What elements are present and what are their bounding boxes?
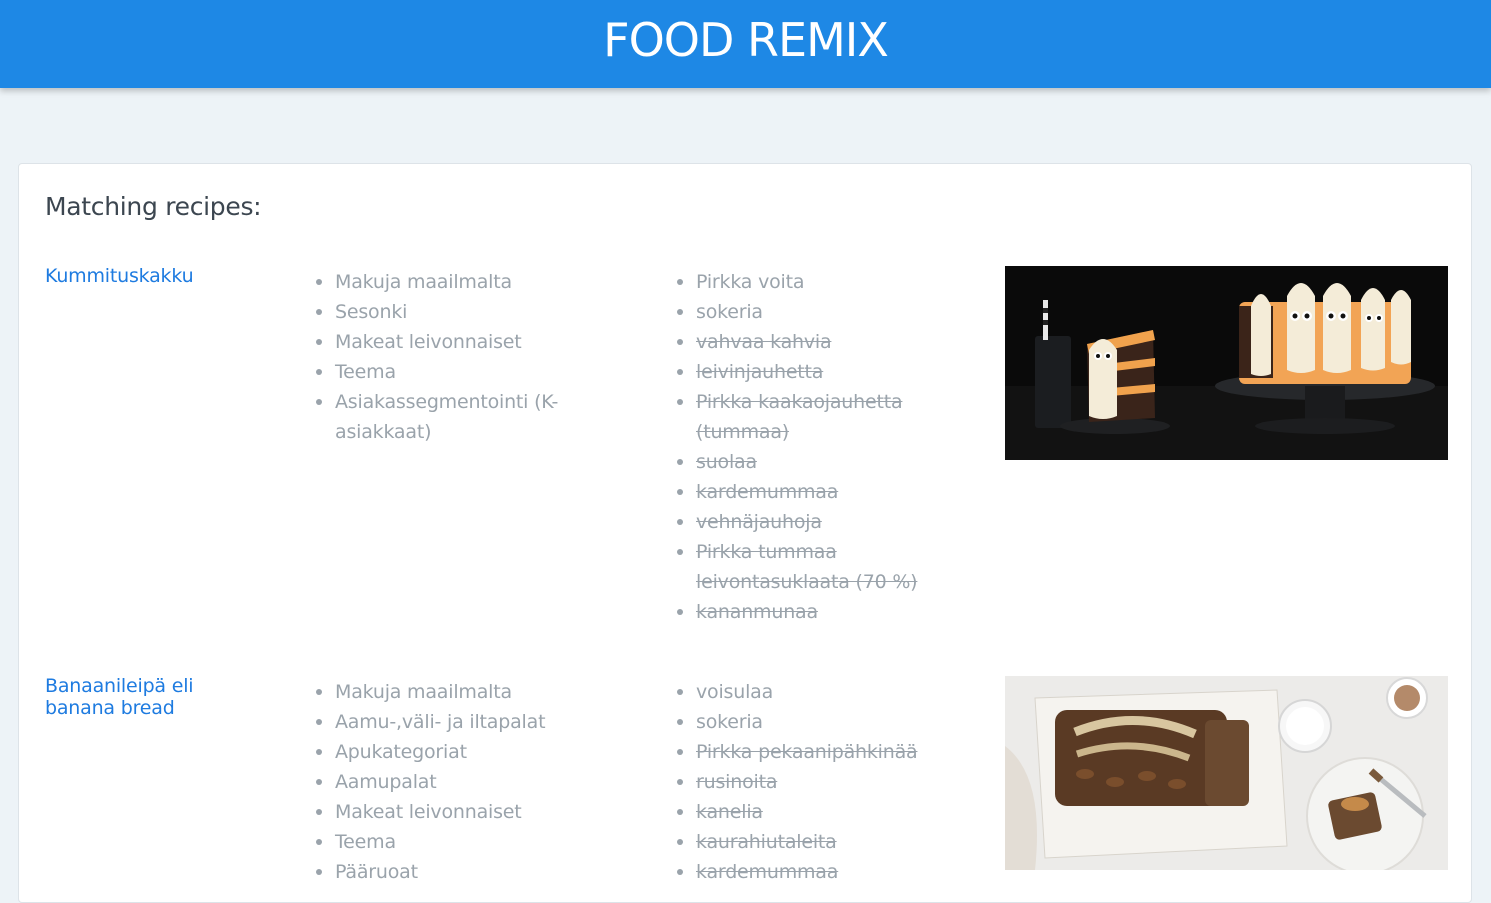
ingredient-item-missing: kaurahiutaleita [674,827,944,857]
recipe-link[interactable]: Kummituskakku [45,265,245,287]
ingredient-list: voisulaa sokeria Pirkka pekaanipähkinää … [674,677,944,887]
category-item: Makuja maailmalta [313,267,583,297]
ingredient-label: vehnäjauhoja [696,511,822,533]
category-item: Makuja maailmalta [313,677,583,707]
results-heading: Matching recipes: [45,192,262,221]
ingredient-label: voisulaa [696,681,774,703]
category-item: Teema [313,357,583,387]
ingredient-item-missing: kanelia [674,797,944,827]
ingredient-label: kanelia [696,801,763,823]
ingredient-label: Pirkka tummaa leivontasuklaata (70 %) [696,541,918,593]
ingredient-label: vahvaa kahvia [696,331,832,353]
ingredient-item: sokeria [674,297,944,327]
category-list: Makuja maailmalta Sesonki Makeat leivonn… [313,267,583,447]
ingredient-label: rusinoita [696,771,778,793]
results-card: Matching recipes: Kummituskakku Makuja m… [18,163,1472,903]
ingredient-item-missing: vahvaa kahvia [674,327,944,357]
ingredient-item-missing: kananmunaa [674,597,944,627]
ingredient-item: Pirkka voita [674,267,944,297]
category-item: Aamupalat [313,767,583,797]
ingredient-item-missing: Pirkka pekaanipähkinää [674,737,944,767]
ingredient-item: voisulaa [674,677,944,707]
category-item: Pääruoat [313,857,583,887]
ingredient-label: kardemummaa [696,861,839,883]
category-item: Makeat leivonnaiset [313,327,583,357]
category-item: Sesonki [313,297,583,327]
category-item: Apukategoriat [313,737,583,767]
ingredient-label: Pirkka pekaanipähkinää [696,741,918,763]
ingredient-item-missing: Pirkka kaakaojauhetta (tummaa) [674,387,944,447]
banana-bread-photo [1005,676,1448,870]
recipe-link[interactable]: Banaanileipä eli banana bread [45,675,245,719]
ingredient-item-missing: kardemummaa [674,857,944,887]
ingredient-item-missing: Pirkka tummaa leivontasuklaata (70 %) [674,537,944,597]
ingredient-item-missing: leivinjauhetta [674,357,944,387]
ingredient-label: sokeria [696,301,763,323]
ingredient-label: Pirkka kaakaojauhetta (tummaa) [696,391,903,443]
ingredient-label: sokeria [696,711,763,733]
category-item: Makeat leivonnaiset [313,797,583,827]
ghost-cake-illustration [1005,266,1448,460]
ingredient-item-missing: kardemummaa [674,477,944,507]
ingredient-list: Pirkka voita sokeria vahvaa kahvia leivi… [674,267,944,627]
ingredient-item-missing: rusinoita [674,767,944,797]
ingredient-label: leivinjauhetta [696,361,824,383]
ingredient-item: sokeria [674,707,944,737]
ingredient-label: Pirkka voita [696,271,805,293]
app-title: FOOD REMIX [603,13,889,67]
category-item: Asiakassegmentointi (K-asiakkaat) [313,387,583,447]
category-item: Aamu-,väli- ja iltapalat [313,707,583,737]
banana-bread-illustration [1005,676,1448,870]
category-item: Teema [313,827,583,857]
app-header: FOOD REMIX [0,0,1491,88]
category-list: Makuja maailmalta Aamu-,väli- ja iltapal… [313,677,583,887]
ghost-cake-photo [1005,266,1448,460]
ingredient-label: suolaa [696,451,757,473]
ingredient-label: kananmunaa [696,601,818,623]
ingredient-item-missing: vehnäjauhoja [674,507,944,537]
ingredient-label: kaurahiutaleita [696,831,837,853]
ingredient-item-missing: suolaa [674,447,944,477]
ingredient-label: kardemummaa [696,481,839,503]
